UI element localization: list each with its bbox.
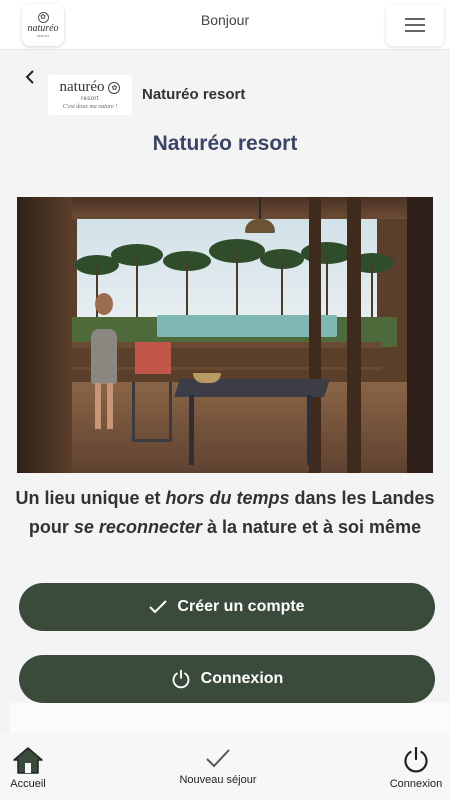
hero-person-leg xyxy=(95,383,101,429)
greeting-text: Bonjour xyxy=(200,12,250,28)
tagline-emphasis: hors du temps xyxy=(165,488,290,508)
resort-logo: naturéo ✿ resort C'est doux ma nature ! xyxy=(48,75,132,115)
menu-icon xyxy=(405,18,425,32)
hero-post xyxy=(407,197,433,473)
resort-logo-tagline: C'est doux ma nature ! xyxy=(62,104,118,110)
tagline-part: Un lieu unique et xyxy=(15,488,166,508)
hero-lamp xyxy=(245,219,275,233)
hero-person-leg xyxy=(107,383,113,429)
create-account-button[interactable]: Créer un compte xyxy=(19,583,435,631)
hero-lamp-cord xyxy=(259,197,261,219)
app-logo-sub: resort xyxy=(36,32,50,38)
nav-home[interactable]: Accueil xyxy=(8,746,48,790)
checkmark-icon xyxy=(149,600,168,614)
hero-left-frame xyxy=(17,197,72,473)
login-label: Connexion xyxy=(200,670,284,687)
resort-logo-word: naturéo xyxy=(59,79,105,95)
login-button[interactable]: Connexion xyxy=(19,655,435,703)
power-icon xyxy=(172,669,190,689)
back-button[interactable] xyxy=(20,66,40,88)
back-chevron-icon xyxy=(25,70,34,84)
top-header: ✿ naturéo resort Bonjour xyxy=(0,0,450,50)
leaf-icon: ✿ xyxy=(108,81,121,94)
hero-post xyxy=(347,197,361,473)
hero-person-head xyxy=(95,293,113,315)
checkmark-icon xyxy=(206,749,230,768)
home-icon xyxy=(13,747,43,774)
tagline-emphasis: se reconnecter xyxy=(73,517,202,537)
nav-new-stay-label: Nouveau séjour xyxy=(179,774,257,786)
nav-login-label: Connexion xyxy=(389,778,443,790)
hero-image xyxy=(17,197,433,473)
resort-name: Naturéo resort xyxy=(142,86,246,103)
hero-person-dress xyxy=(91,329,117,384)
power-icon xyxy=(404,746,428,773)
create-account-label: Créer un compte xyxy=(177,598,305,615)
resort-tagline: Un lieu unique et hors du temps dans les… xyxy=(10,484,440,542)
hero-table-leg xyxy=(307,395,312,465)
hero-railing xyxy=(72,342,382,348)
hero-roof xyxy=(17,197,433,219)
nav-home-label: Accueil xyxy=(10,778,46,790)
nav-login[interactable]: Connexion xyxy=(384,746,448,790)
hero-railing-lower xyxy=(72,367,382,370)
hero-table-leg xyxy=(189,395,194,465)
menu-button[interactable] xyxy=(386,4,444,46)
nav-new-stay[interactable]: Nouveau séjour xyxy=(170,748,266,786)
tagline-part: à la nature et à soi même xyxy=(201,517,422,537)
page-title: Naturéo resort xyxy=(152,132,298,155)
resort-logo-sub: resort xyxy=(81,96,99,102)
hero-chair xyxy=(132,382,172,442)
hero-towel xyxy=(135,342,171,374)
